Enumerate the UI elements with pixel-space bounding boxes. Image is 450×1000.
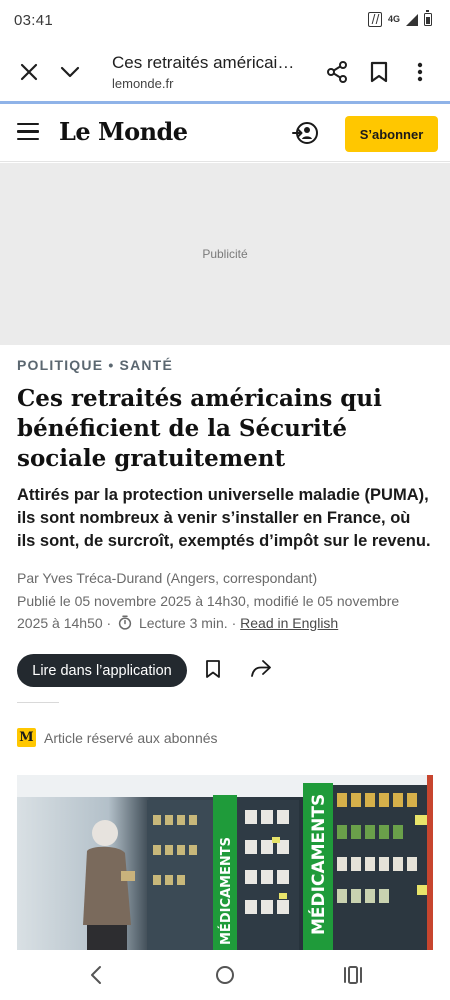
article-meta: Publié le 05 novembre 2025 à 14h30, modi…	[17, 590, 432, 634]
system-nav-bar	[0, 950, 450, 1000]
status-time: 03:41	[14, 12, 54, 29]
login-button[interactable]	[291, 119, 319, 147]
subscriber-notice: M Article réservé aux abonnés	[17, 728, 218, 747]
bookmark-icon	[370, 61, 388, 83]
section-divider	[17, 702, 59, 703]
recents-icon	[344, 966, 362, 984]
article-headline: Ces retraités américains qui bénéficient…	[17, 385, 382, 472]
chevron-down-icon	[60, 66, 80, 78]
nav-back-button[interactable]	[85, 963, 109, 987]
photo-sign-left: MÉDICAMENTS	[218, 837, 234, 945]
stopwatch-icon	[118, 615, 132, 630]
article-byline: Par Yves Tréca-Durand (Angers, correspon…	[17, 570, 318, 586]
ad-label: Publicité	[202, 247, 248, 261]
article-photo[interactable]: MÉDICAMENTS MÉDICAMENTS	[17, 775, 433, 950]
share-icon	[327, 61, 347, 83]
account-login-icon	[292, 122, 318, 144]
home-icon	[216, 966, 234, 984]
more-vert-icon	[417, 62, 423, 82]
tab-url[interactable]: lemonde.fr	[112, 76, 173, 91]
meta-separator: ·	[106, 615, 112, 631]
hamburger-menu-icon[interactable]	[17, 123, 39, 141]
subscriber-badge: M	[17, 728, 36, 747]
article-standfirst: Attirés par la protection universelle ma…	[17, 486, 431, 550]
bookmark-page-button[interactable]	[363, 56, 395, 88]
reading-time: Lecture 3 min.	[138, 615, 228, 631]
share-arrow-icon	[251, 660, 271, 677]
photo-sign-right: MÉDICAMENTS	[307, 794, 329, 935]
nav-home-button[interactable]	[214, 964, 236, 986]
nav-recents-button[interactable]	[342, 964, 364, 986]
battery-icon	[424, 10, 432, 26]
advertisement: Publicité	[0, 163, 450, 345]
tab-title: Ces retraités américai…	[112, 53, 295, 72]
signal-icon	[406, 13, 418, 26]
read-in-english-link[interactable]: Read in English	[240, 615, 338, 631]
nfc-icon	[367, 12, 382, 27]
browser-menu-button[interactable]	[404, 56, 436, 88]
minimize-tab-button[interactable]	[54, 56, 86, 88]
le-monde-logo[interactable]: Le Monde	[59, 117, 188, 146]
pharmacy-shelf-image: MÉDICAMENTS MÉDICAMENTS	[17, 775, 433, 950]
custom-tab-toolbar: Ces retraités américai… lemonde.fr	[0, 42, 450, 102]
back-icon	[91, 966, 101, 984]
bookmark-icon	[206, 660, 220, 678]
meta-separator: ·	[231, 615, 237, 631]
article-kicker[interactable]: POLITIQUE • SANTÉ	[17, 357, 173, 373]
subscriber-text: Article réservé aux abonnés	[44, 729, 218, 746]
subscribe-button[interactable]: S’abonner	[345, 116, 438, 152]
status-bar: 03:41 4G	[0, 0, 450, 42]
share-page-button[interactable]	[321, 56, 353, 88]
network-label: 4G	[387, 14, 400, 24]
save-article-button[interactable]	[205, 659, 227, 683]
close-tab-button[interactable]	[13, 56, 45, 88]
open-in-app-button[interactable]: Lire dans l’application	[17, 654, 187, 687]
share-article-button[interactable]	[250, 659, 274, 683]
site-header: Le Monde S’abonner	[0, 104, 450, 162]
status-icons: 4G	[367, 10, 432, 27]
close-icon	[20, 63, 38, 81]
